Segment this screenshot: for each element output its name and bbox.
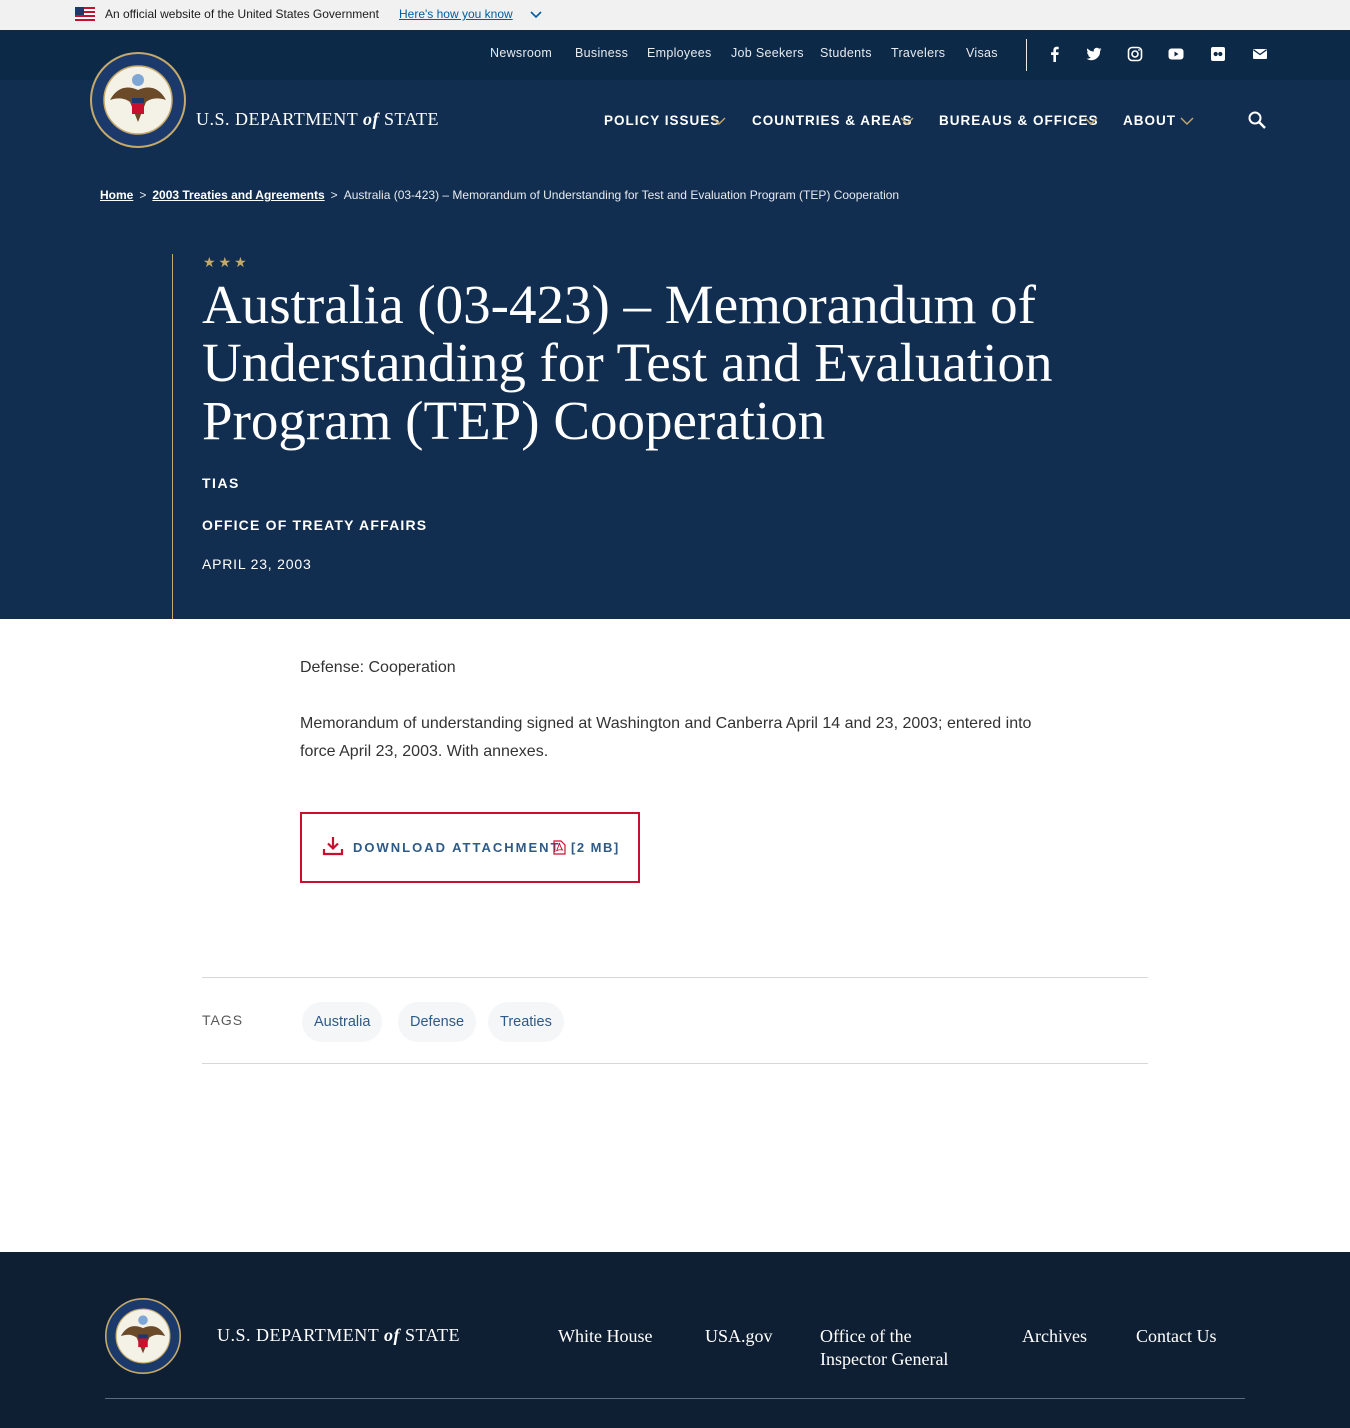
chevron-down-icon[interactable] <box>900 116 914 126</box>
footer-link-white-house[interactable]: White House <box>558 1325 652 1348</box>
nav-policy-issues[interactable]: POLICY ISSUES <box>604 113 720 128</box>
file-size: [2 MB] <box>571 840 620 855</box>
email-icon[interactable] <box>1251 45 1269 63</box>
tag-defense[interactable]: Defense <box>398 1002 477 1042</box>
tag-treaties[interactable]: Treaties <box>488 1002 564 1042</box>
footer-link-contact-us[interactable]: Contact Us <box>1136 1325 1217 1348</box>
download-label: DOWNLOAD ATTACHMENT <box>353 840 561 855</box>
nav-bureaus-offices[interactable]: BUREAUS & OFFICES <box>939 113 1099 128</box>
pdf-file-icon <box>553 840 566 855</box>
wordmark-pre: U.S. DEPARTMENT <box>217 1325 379 1345</box>
footer-link-archives[interactable]: Archives <box>1022 1325 1087 1348</box>
util-link-business[interactable]: Business <box>575 46 628 60</box>
facebook-icon[interactable] <box>1046 45 1064 63</box>
wordmark-pre: U.S. DEPARTMENT <box>196 109 358 129</box>
office-label: OFFICE OF TREATY AFFAIRS <box>202 517 428 533</box>
download-attachment-button[interactable]: DOWNLOAD ATTACHMENT [2 MB] <box>300 812 640 883</box>
breadcrumb-parent[interactable]: 2003 Treaties and Agreements <box>152 188 324 202</box>
footer-link-inspector-general[interactable]: Office of the Inspector General <box>820 1325 970 1371</box>
us-flag-icon <box>75 7 95 21</box>
chevron-down-icon[interactable] <box>529 8 543 22</box>
department-wordmark[interactable]: U.S. DEPARTMENT of STATE <box>196 109 439 130</box>
breadcrumb: Home >2003 Treaties and Agreements > Austra… <box>100 185 900 205</box>
chevron-down-icon[interactable] <box>1084 116 1098 126</box>
site-footer: U.S. DEPARTMENT of STATE White House USA… <box>0 1252 1350 1428</box>
subject-text: Defense: Cooperation <box>300 659 456 676</box>
nav-about[interactable]: ABOUT <box>1123 113 1176 128</box>
breadcrumb-current: Australia (03-423) – Memorandum of Under… <box>343 188 900 202</box>
tag-australia[interactable]: Australia <box>302 1002 383 1042</box>
tags-bottom-divider <box>202 1063 1148 1064</box>
wordmark-post: STATE <box>404 1325 461 1345</box>
util-link-visas[interactable]: Visas <box>966 46 998 60</box>
footer-wordmark[interactable]: U.S. DEPARTMENT of STATE <box>217 1325 460 1346</box>
gov-banner-text: An official website of the United States… <box>105 7 379 21</box>
youtube-icon[interactable] <box>1167 45 1185 63</box>
chevron-down-icon[interactable] <box>1180 116 1194 126</box>
flickr-icon[interactable] <box>1209 45 1227 63</box>
gov-banner: An official website of the United States… <box>0 0 1350 30</box>
wordmark-post: STATE <box>383 109 440 129</box>
tags-top-divider <box>202 977 1148 978</box>
publish-date: APRIL 23, 2003 <box>202 556 312 572</box>
util-link-employees[interactable]: Employees <box>647 46 712 60</box>
how-you-know-link[interactable]: Here's how you know <box>399 7 513 21</box>
tags-label: TAGS <box>202 1012 244 1028</box>
utility-nav: Newsroom Business Employees Job Seekers … <box>0 30 1350 80</box>
department-seal-logo[interactable] <box>105 1298 181 1374</box>
department-seal-logo[interactable] <box>90 52 186 148</box>
utility-divider <box>1026 39 1027 71</box>
footer-link-usa-gov[interactable]: USA.gov <box>705 1325 773 1348</box>
wordmark-of: of <box>383 1325 400 1345</box>
breadcrumb-separator: > <box>330 188 338 202</box>
wordmark-of: of <box>362 109 379 129</box>
title-rule <box>172 254 173 619</box>
footer-divider <box>105 1398 1245 1399</box>
util-link-students[interactable]: Students <box>820 46 872 60</box>
util-link-job-seekers[interactable]: Job Seekers <box>731 46 804 60</box>
instagram-icon[interactable] <box>1126 45 1144 63</box>
description-text: Memorandum of understanding signed at Wa… <box>300 715 1032 760</box>
series-label: TIAS <box>202 475 240 491</box>
util-link-travelers[interactable]: Travelers <box>891 46 945 60</box>
breadcrumb-separator: > <box>139 188 147 202</box>
util-link-newsroom[interactable]: Newsroom <box>490 46 552 60</box>
chevron-down-icon[interactable] <box>712 116 726 126</box>
search-icon[interactable] <box>1247 110 1267 130</box>
page-title: Australia (03-423) – Memorandum of Under… <box>202 274 1053 451</box>
stars-ornament: ★★★ <box>203 254 250 270</box>
download-icon <box>322 837 344 856</box>
breadcrumb-home[interactable]: Home <box>100 188 133 202</box>
nav-countries-areas[interactable]: COUNTRIES & AREAS <box>752 113 913 128</box>
twitter-icon[interactable] <box>1085 45 1103 63</box>
